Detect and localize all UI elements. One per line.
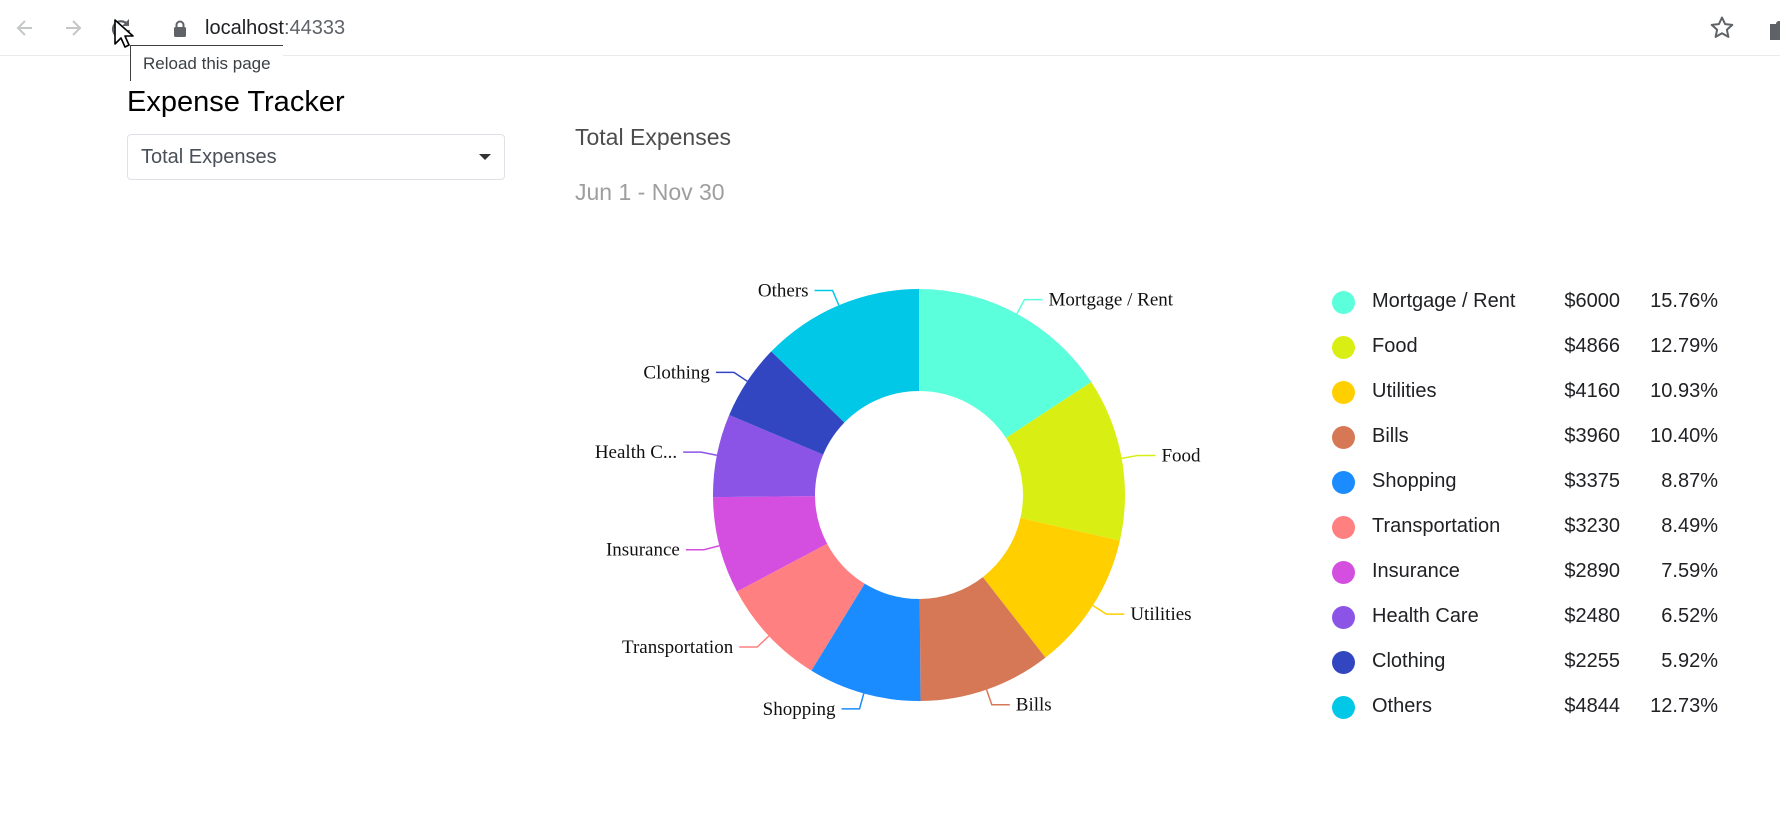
chart-title: Total Expenses bbox=[575, 124, 731, 150]
report-select-value: Total Expenses bbox=[141, 146, 277, 168]
legend-percent: 10.93% bbox=[1650, 380, 1718, 402]
legend-amount: $3375 bbox=[1564, 470, 1620, 492]
slice-leader-line bbox=[1092, 604, 1125, 615]
legend-percent: 8.87% bbox=[1661, 470, 1718, 492]
mouse-cursor-icon bbox=[113, 18, 137, 50]
slice-label: Mortgage / Rent bbox=[1049, 290, 1174, 311]
legend-name: Mortgage / Rent bbox=[1372, 290, 1516, 312]
star-icon[interactable] bbox=[1708, 14, 1736, 42]
slice-leader-line bbox=[1121, 454, 1156, 460]
caret-down-icon bbox=[479, 154, 491, 160]
legend-name: Clothing bbox=[1372, 650, 1446, 672]
slice-leader-line bbox=[683, 451, 718, 456]
legend-item[interactable]: Shopping $3375 8.87% bbox=[1330, 464, 1730, 509]
legend-item[interactable]: Health Care $2480 6.52% bbox=[1330, 599, 1730, 644]
legend-amount: $4866 bbox=[1564, 335, 1620, 357]
slice-leader-line bbox=[841, 693, 865, 710]
legend-item[interactable]: Clothing $2255 5.92% bbox=[1330, 644, 1730, 689]
legend-item[interactable]: Others $4844 12.73% bbox=[1330, 689, 1730, 734]
chart-legend: Mortgage / Rent $6000 15.76% Food $4866 12.79… bbox=[1330, 284, 1730, 734]
back-arrow-icon[interactable] bbox=[10, 13, 40, 43]
legend-percent: 5.92% bbox=[1661, 650, 1718, 672]
url-host: localhost bbox=[205, 17, 284, 39]
slice-label: Others bbox=[758, 281, 809, 302]
legend-amount: $3960 bbox=[1564, 425, 1620, 447]
app-title: Expense Tracker bbox=[127, 86, 345, 118]
legend-color-dot bbox=[1332, 651, 1355, 674]
legend-color-dot bbox=[1332, 471, 1355, 494]
chart-subtitle: Jun 1 - Nov 30 bbox=[575, 179, 725, 205]
legend-percent: 6.52% bbox=[1661, 605, 1718, 627]
legend-name: Transportation bbox=[1372, 515, 1501, 537]
legend-item[interactable]: Mortgage / Rent $6000 15.76% bbox=[1330, 284, 1730, 329]
slice-label: Bills bbox=[1016, 695, 1052, 716]
url-port: :44333 bbox=[283, 17, 346, 39]
legend-percent: 12.79% bbox=[1650, 335, 1718, 357]
slice-label: Clothing bbox=[643, 362, 710, 383]
slice-label: Health C... bbox=[595, 442, 677, 463]
slice-label: Shopping bbox=[763, 699, 836, 720]
lock-icon[interactable] bbox=[172, 19, 188, 39]
legend-percent: 15.76% bbox=[1650, 290, 1718, 312]
legend-color-dot bbox=[1332, 696, 1355, 719]
legend-amount: $4844 bbox=[1564, 695, 1620, 717]
legend-item[interactable]: Food $4866 12.79% bbox=[1330, 329, 1730, 374]
reload-tooltip: Reload this page bbox=[130, 45, 283, 81]
legend-name: Shopping bbox=[1372, 470, 1457, 492]
legend-amount: $3230 bbox=[1564, 515, 1620, 537]
legend-color-dot bbox=[1332, 336, 1355, 359]
legend-percent: 7.59% bbox=[1661, 560, 1718, 582]
legend-name: Bills bbox=[1372, 425, 1409, 447]
legend-color-dot bbox=[1332, 381, 1355, 404]
legend-color-dot bbox=[1332, 516, 1355, 539]
legend-amount: $6000 bbox=[1564, 290, 1620, 312]
legend-item[interactable]: Transportation $3230 8.49% bbox=[1330, 509, 1730, 554]
legend-percent: 10.40% bbox=[1650, 425, 1718, 447]
slice-label: Insurance bbox=[606, 540, 680, 561]
report-select[interactable]: Total Expenses bbox=[127, 134, 505, 180]
slice-leader-line bbox=[715, 371, 748, 382]
extensions-icon[interactable] bbox=[1766, 16, 1780, 42]
legend-item[interactable]: Bills $3960 10.40% bbox=[1330, 419, 1730, 464]
expense-donut-chart: Mortgage / Rent Food Utilities Bills Shoppin… bbox=[595, 281, 1201, 720]
legend-color-dot bbox=[1332, 561, 1355, 584]
slice-label: Utilities bbox=[1130, 604, 1191, 625]
slice-leader-line bbox=[685, 545, 720, 551]
legend-amount: $4160 bbox=[1564, 380, 1620, 402]
slice-leader-line bbox=[985, 689, 1010, 706]
legend-item[interactable]: Utilities $4160 10.93% bbox=[1330, 374, 1730, 419]
slice-label: Transportation bbox=[622, 637, 734, 658]
legend-item[interactable]: Insurance $2890 7.59% bbox=[1330, 554, 1730, 599]
legend-name: Insurance bbox=[1372, 560, 1460, 582]
legend-color-dot bbox=[1332, 291, 1355, 314]
slice-leader-line bbox=[739, 635, 770, 648]
slice-leader-line bbox=[814, 289, 840, 306]
legend-color-dot bbox=[1332, 606, 1355, 629]
slice-leader-line bbox=[1016, 298, 1043, 315]
legend-color-dot bbox=[1332, 426, 1355, 449]
legend-amount: $2255 bbox=[1564, 650, 1620, 672]
address-bar[interactable]: localhost:44333 bbox=[205, 16, 345, 40]
forward-arrow-icon[interactable] bbox=[58, 13, 88, 43]
slice-label: Food bbox=[1161, 446, 1201, 467]
legend-percent: 8.49% bbox=[1661, 515, 1718, 537]
legend-name: Utilities bbox=[1372, 380, 1437, 402]
legend-name: Food bbox=[1372, 335, 1418, 357]
legend-amount: $2480 bbox=[1564, 605, 1620, 627]
legend-amount: $2890 bbox=[1564, 560, 1620, 582]
legend-percent: 12.73% bbox=[1650, 695, 1718, 717]
legend-name: Health Care bbox=[1372, 605, 1479, 627]
legend-name: Others bbox=[1372, 695, 1433, 717]
